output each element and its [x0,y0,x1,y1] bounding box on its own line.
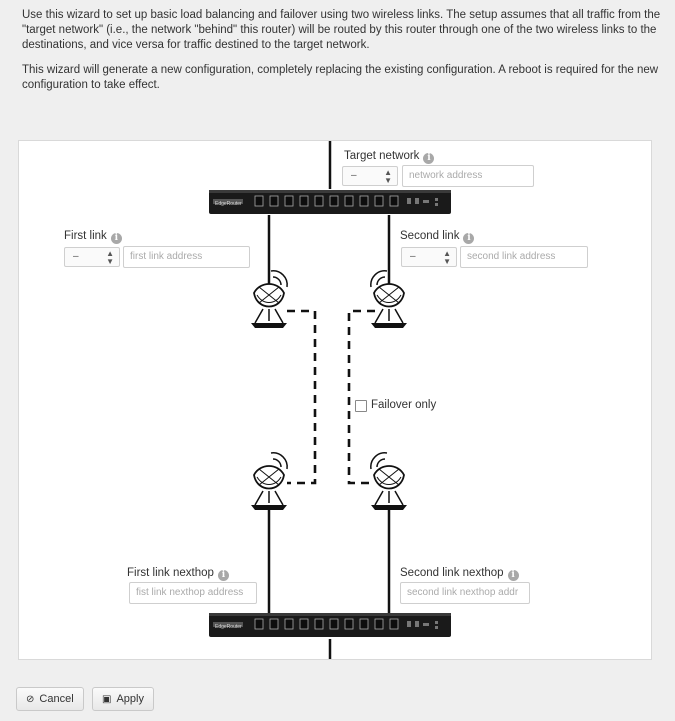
second-nexthop-label: Second link nexthop i [400,567,519,581]
first-link-label: First link i [64,230,122,244]
wizard-description: Use this wizard to set up basic load bal… [22,8,670,103]
top-router-brand: EdgeRouter [215,201,242,207]
target-network-label: Target network i [344,150,435,164]
first-nexthop-input[interactable]: fist link nexthop address [129,582,257,604]
second-wireless-link [347,309,375,485]
chevron-updown-icon: ▲ ▼ [443,249,451,266]
apply-button[interactable]: ▣ Apply [92,687,154,711]
target-network-input[interactable]: network address [402,165,534,187]
bottom-router-brand: EdgeRouter [215,624,242,630]
chevron-updown-icon: ▲ ▼ [384,168,392,185]
info-icon[interactable]: i [217,570,229,581]
info-icon[interactable]: i [110,233,122,244]
info-icon[interactable]: i [423,153,435,164]
second-nexthop-input[interactable]: second link nexthop addr [400,582,530,604]
cancel-circle-icon: ⊘ [26,694,35,705]
second-link-select[interactable]: – ▲ ▼ [401,247,457,267]
first-nexthop-dish-icon [250,451,289,511]
intro-paragraph-2: This wizard will generate a new configur… [22,64,659,91]
info-icon[interactable]: i [463,233,475,244]
failover-only-label: Failover only [371,399,437,411]
failover-only-checkbox[interactable] [355,400,367,412]
top-router-icon [208,189,452,215]
second-nexthop-dish-icon [369,451,408,511]
cancel-button[interactable]: ⊘ Cancel [16,687,84,711]
second-link-input[interactable]: second link address [460,246,588,268]
topology-panel: EdgeRouter EdgeRouter Target network i – ▲… [18,140,652,660]
first-link-select[interactable]: – ▲ ▼ [64,247,120,267]
first-link-input[interactable]: first link address [123,246,250,268]
intro-paragraph-1: Use this wizard to set up basic load bal… [22,9,661,51]
target-network-select[interactable]: – ▲ ▼ [342,166,398,186]
info-icon[interactable]: i [507,570,519,581]
save-floppy-icon: ▣ [102,694,112,705]
chevron-updown-icon: ▲ ▼ [106,249,114,266]
second-link-label: Second link i [400,230,475,244]
first-wireless-link [287,309,317,485]
topology-diagram: EdgeRouter EdgeRouter [208,141,452,659]
bottom-router-icon [208,612,452,638]
first-nexthop-label: First link nexthop i [127,567,229,581]
